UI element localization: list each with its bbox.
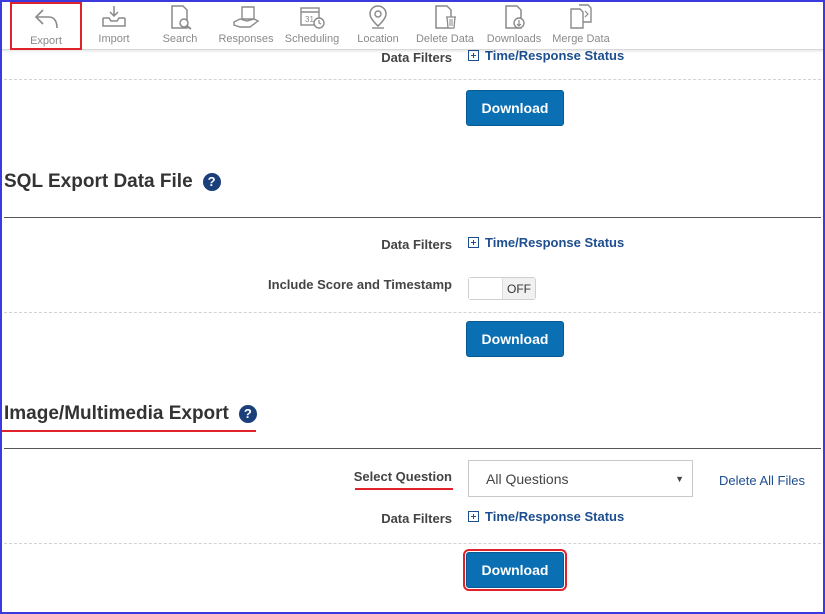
toolbar-export-button[interactable]: Export <box>10 2 82 50</box>
toolbar-location-button[interactable]: Location <box>352 2 404 50</box>
expand-plus-icon <box>468 511 479 522</box>
chevron-down-icon: ▼ <box>675 474 684 484</box>
merge-documents-icon <box>570 4 592 29</box>
calendar-clock-icon: 31 <box>300 7 325 29</box>
image-export-heading: Image/Multimedia Export ? <box>4 403 257 425</box>
import-tray-icon <box>102 6 126 27</box>
location-pin-icon <box>369 5 387 29</box>
toolbar-export-label: Export <box>30 35 62 47</box>
time-response-status-link[interactable]: Time/Response Status <box>468 48 624 63</box>
toolbar-location-label: Location <box>357 33 399 45</box>
toolbar-scheduling-label: Scheduling <box>284 33 340 45</box>
toolbar-responses-label: Responses <box>218 33 274 45</box>
select-question-dropdown[interactable]: All Questions ▼ <box>468 460 693 497</box>
filter-link-label: Time/Response Status <box>485 235 625 250</box>
help-icon[interactable]: ? <box>202 173 221 191</box>
main-content: Data Filters Time/Response Status Downlo… <box>2 48 823 612</box>
toolbar-search-button[interactable]: Search <box>152 2 208 50</box>
select-question-label: Select Question <box>353 469 452 484</box>
data-filters-label: Data Filters <box>381 237 452 252</box>
include-score-label: Include Score and Timestamp <box>268 277 452 292</box>
toolbar: Export Import Search Responses 31 Schedu… <box>2 2 823 50</box>
toolbar-merge-data-label: Merge Data <box>552 33 610 45</box>
data-filters-label: Data Filters <box>381 50 452 65</box>
include-score-toggle[interactable]: OFF <box>468 277 536 300</box>
expand-plus-icon <box>468 50 479 61</box>
filter-link-label: Time/Response Status <box>485 509 625 524</box>
responses-hand-icon <box>233 6 260 28</box>
toggle-state: OFF <box>503 278 535 299</box>
help-icon[interactable]: ? <box>238 405 257 423</box>
sql-export-heading: SQL Export Data File ? <box>4 171 221 193</box>
divider <box>4 543 821 544</box>
sql-export-title: SQL Export Data File <box>4 171 193 192</box>
delete-all-files-link[interactable]: Delete All Files <box>719 473 805 488</box>
toolbar-responses-button[interactable]: Responses <box>216 2 276 50</box>
download-button[interactable]: Download <box>466 90 564 126</box>
toolbar-delete-data-label: Delete Data <box>415 33 475 45</box>
section-divider <box>4 217 821 218</box>
download-button[interactable]: Download <box>463 549 567 591</box>
export-arrow-icon <box>34 9 58 29</box>
toolbar-scheduling-button[interactable]: 31 Scheduling <box>283 2 341 50</box>
highlight-underline <box>355 488 453 490</box>
toolbar-downloads-label: Downloads <box>486 33 542 45</box>
divider <box>4 79 821 80</box>
toolbar-import-button[interactable]: Import <box>86 2 142 50</box>
toolbar-merge-data-button[interactable]: Merge Data <box>551 2 611 50</box>
toolbar-import-label: Import <box>98 33 130 45</box>
time-response-status-link[interactable]: Time/Response Status <box>468 235 624 250</box>
select-value: All Questions <box>486 470 569 487</box>
calendar-day-number: 31 <box>305 15 314 24</box>
divider <box>4 312 821 313</box>
data-filters-label: Data Filters <box>381 511 452 526</box>
filter-link-label: Time/Response Status <box>485 48 625 63</box>
time-response-status-link[interactable]: Time/Response Status <box>468 509 624 524</box>
downloads-document-icon <box>505 5 525 29</box>
delete-document-icon <box>435 5 456 29</box>
expand-plus-icon <box>468 237 479 248</box>
download-button[interactable]: Download <box>466 321 564 357</box>
image-export-title: Image/Multimedia Export <box>4 403 229 424</box>
toolbar-search-label: Search <box>162 33 198 45</box>
section-divider <box>4 448 821 449</box>
toolbar-downloads-button[interactable]: Downloads <box>484 2 544 50</box>
toggle-knob <box>469 278 503 299</box>
highlight-underline <box>2 430 256 432</box>
search-document-icon <box>171 5 192 30</box>
toolbar-delete-data-button[interactable]: Delete Data <box>415 2 475 50</box>
